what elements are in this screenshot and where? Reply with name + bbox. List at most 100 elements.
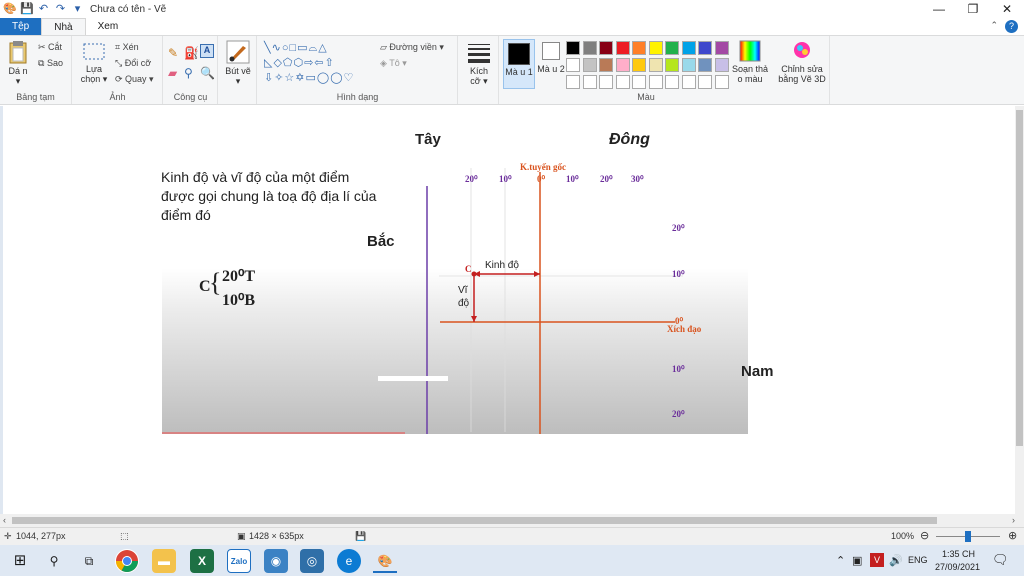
shapes-gallery[interactable]: ╲∿○□▭⌓△ ◺◇⬠⬡⇨⇦⇧ ⇩✧☆✡▭◯◯♡ (264, 41, 379, 86)
color-swatch[interactable] (648, 58, 663, 72)
color-swatch[interactable] (599, 58, 613, 72)
color-swatch[interactable] (632, 41, 646, 55)
zoom-in-icon[interactable]: ⊕ (1008, 529, 1017, 542)
minimize-button[interactable]: — (922, 0, 956, 18)
edit-colors-button[interactable]: Soạn thả o màu (730, 40, 770, 84)
color-swatch[interactable] (648, 75, 663, 89)
scissors-icon: ✂ (38, 42, 49, 52)
color-swatch[interactable] (665, 41, 679, 55)
file-explorer-icon[interactable]: ▬ (152, 549, 176, 573)
color-swatch[interactable] (714, 41, 729, 55)
window-title: Chưa có tên - Vẽ (90, 3, 167, 15)
text-tool-icon[interactable]: A (200, 44, 214, 58)
excel-icon[interactable]: X (190, 549, 214, 573)
tab-file[interactable]: Tệp (0, 18, 42, 35)
color-wheel-icon (739, 40, 761, 62)
color-swatch[interactable] (599, 75, 613, 89)
tools-group-label: Công cụ (173, 92, 208, 102)
help-icon[interactable]: ? (1005, 20, 1018, 33)
color-swatch[interactable] (698, 75, 712, 89)
magnifier-icon[interactable]: 🔍 (200, 66, 215, 80)
color-swatch[interactable] (632, 58, 646, 72)
zoom-out-icon[interactable]: ⊖ (920, 529, 929, 542)
chrome-icon[interactable] (115, 549, 139, 573)
vertical-scrollbar[interactable] (1015, 106, 1024, 514)
color1-button[interactable]: Mà u 1 (503, 39, 535, 89)
color-swatch[interactable] (714, 58, 729, 72)
paint3d-button[interactable]: Chỉnh sửa bằng Vẽ 3D (778, 40, 826, 84)
color-swatch[interactable] (582, 58, 597, 72)
color-picker-icon[interactable]: ⚲ (184, 66, 193, 80)
task-view-icon[interactable]: ⧉ (77, 549, 101, 573)
save-icon[interactable]: 💾 (20, 3, 34, 16)
antivirus-icon[interactable]: V (870, 553, 884, 567)
color-swatch[interactable] (615, 41, 630, 55)
color-swatch[interactable] (566, 41, 580, 55)
canvas-page[interactable]: Tây Đông Bắc Nam Kinh độ và vĩ độ của mộ… (3, 106, 1015, 514)
tick-label: 20⁰ (672, 223, 685, 233)
color-swatch[interactable] (648, 41, 663, 55)
clock-time[interactable]: 1:35 CH (942, 549, 975, 559)
paste-button[interactable]: Dá n ▾ (6, 40, 30, 86)
scroll-right-icon[interactable]: › (1012, 514, 1015, 527)
volume-icon[interactable]: 🔊 (889, 554, 903, 567)
select-button[interactable]: Lựa chọn ▾ (79, 42, 109, 84)
tab-view[interactable]: Xem (86, 18, 131, 35)
tray-expand-icon[interactable]: ⌃ (836, 554, 845, 567)
rotate-button[interactable]: ⟳ Quay ▾ (115, 74, 154, 85)
windows-icon[interactable]: ⊞ (8, 549, 32, 573)
fill-icon[interactable]: ⛽ (184, 46, 199, 60)
color2-button[interactable]: Mà u 2 (537, 42, 565, 74)
edge-icon[interactable]: e (337, 549, 361, 573)
clock-date[interactable]: 27/09/2021 (935, 562, 980, 572)
outline-button[interactable]: ▱ Đường viền ▾ (380, 42, 444, 53)
color-swatch[interactable] (698, 41, 712, 55)
color-swatch[interactable] (681, 58, 696, 72)
color-swatch[interactable] (632, 75, 646, 89)
crop-button[interactable]: ⌗ Xén (115, 42, 139, 53)
color-swatch[interactable] (665, 58, 679, 72)
network-icon[interactable]: ◎ (300, 549, 324, 573)
tab-home[interactable]: Nhà (41, 18, 86, 35)
remote-icon[interactable]: ◉ (264, 549, 288, 573)
app-tray-icon[interactable]: ▣ (852, 554, 862, 567)
vertical-scroll-thumb[interactable] (1016, 110, 1023, 446)
zalo-icon[interactable]: Zalo (227, 549, 251, 573)
color-swatch[interactable] (615, 58, 630, 72)
customize-toolbar-icon[interactable]: ▾ (71, 3, 84, 16)
color-swatch[interactable] (582, 41, 597, 55)
copy-button[interactable]: ⧉ Sao (38, 58, 63, 69)
color-swatch[interactable] (714, 75, 729, 89)
paint-icon[interactable]: 🎨 (373, 549, 397, 573)
fill-button[interactable]: ◈ Tô ▾ (380, 58, 407, 69)
brush-icon (226, 40, 250, 64)
redo-icon[interactable]: ↷ (54, 3, 67, 16)
color-swatch[interactable] (698, 58, 712, 72)
collapse-ribbon-icon[interactable]: ⌃ (990, 20, 998, 31)
pencil-icon[interactable]: ✎ (168, 46, 178, 60)
color-swatch[interactable] (566, 58, 580, 72)
resize-button[interactable]: ⤡ Đổi cỡ (115, 58, 151, 69)
color-swatch[interactable] (681, 75, 696, 89)
color-swatch[interactable] (599, 41, 613, 55)
cut-button[interactable]: ✂ Cắt (38, 42, 62, 53)
east-label: Đông (609, 131, 650, 148)
color-swatch[interactable] (665, 75, 679, 89)
horizontal-scrollbar[interactable]: ‹ › (0, 514, 1024, 527)
maximize-button[interactable]: ❐ (956, 0, 990, 18)
color-swatch[interactable] (681, 41, 696, 55)
scroll-left-icon[interactable]: ‹ (3, 514, 6, 527)
brushes-button[interactable]: Bút vẽ ▾ (225, 40, 251, 86)
undo-icon[interactable]: ↶ (37, 3, 50, 16)
language-indicator[interactable]: ENG (908, 555, 928, 565)
zoom-slider-thumb[interactable] (965, 531, 971, 542)
color-swatch[interactable] (615, 75, 630, 89)
size-button[interactable]: Kích cỡ ▾ (465, 42, 493, 86)
notification-icon[interactable]: 🗨 (992, 552, 1009, 568)
eraser-icon[interactable]: ▰ (168, 66, 177, 80)
close-button[interactable]: ✕ (990, 0, 1024, 18)
color-swatch[interactable] (582, 75, 597, 89)
color-swatch[interactable] (566, 75, 580, 89)
search-icon[interactable]: ⚲ (42, 549, 66, 573)
horizontal-scroll-thumb[interactable] (12, 517, 937, 524)
